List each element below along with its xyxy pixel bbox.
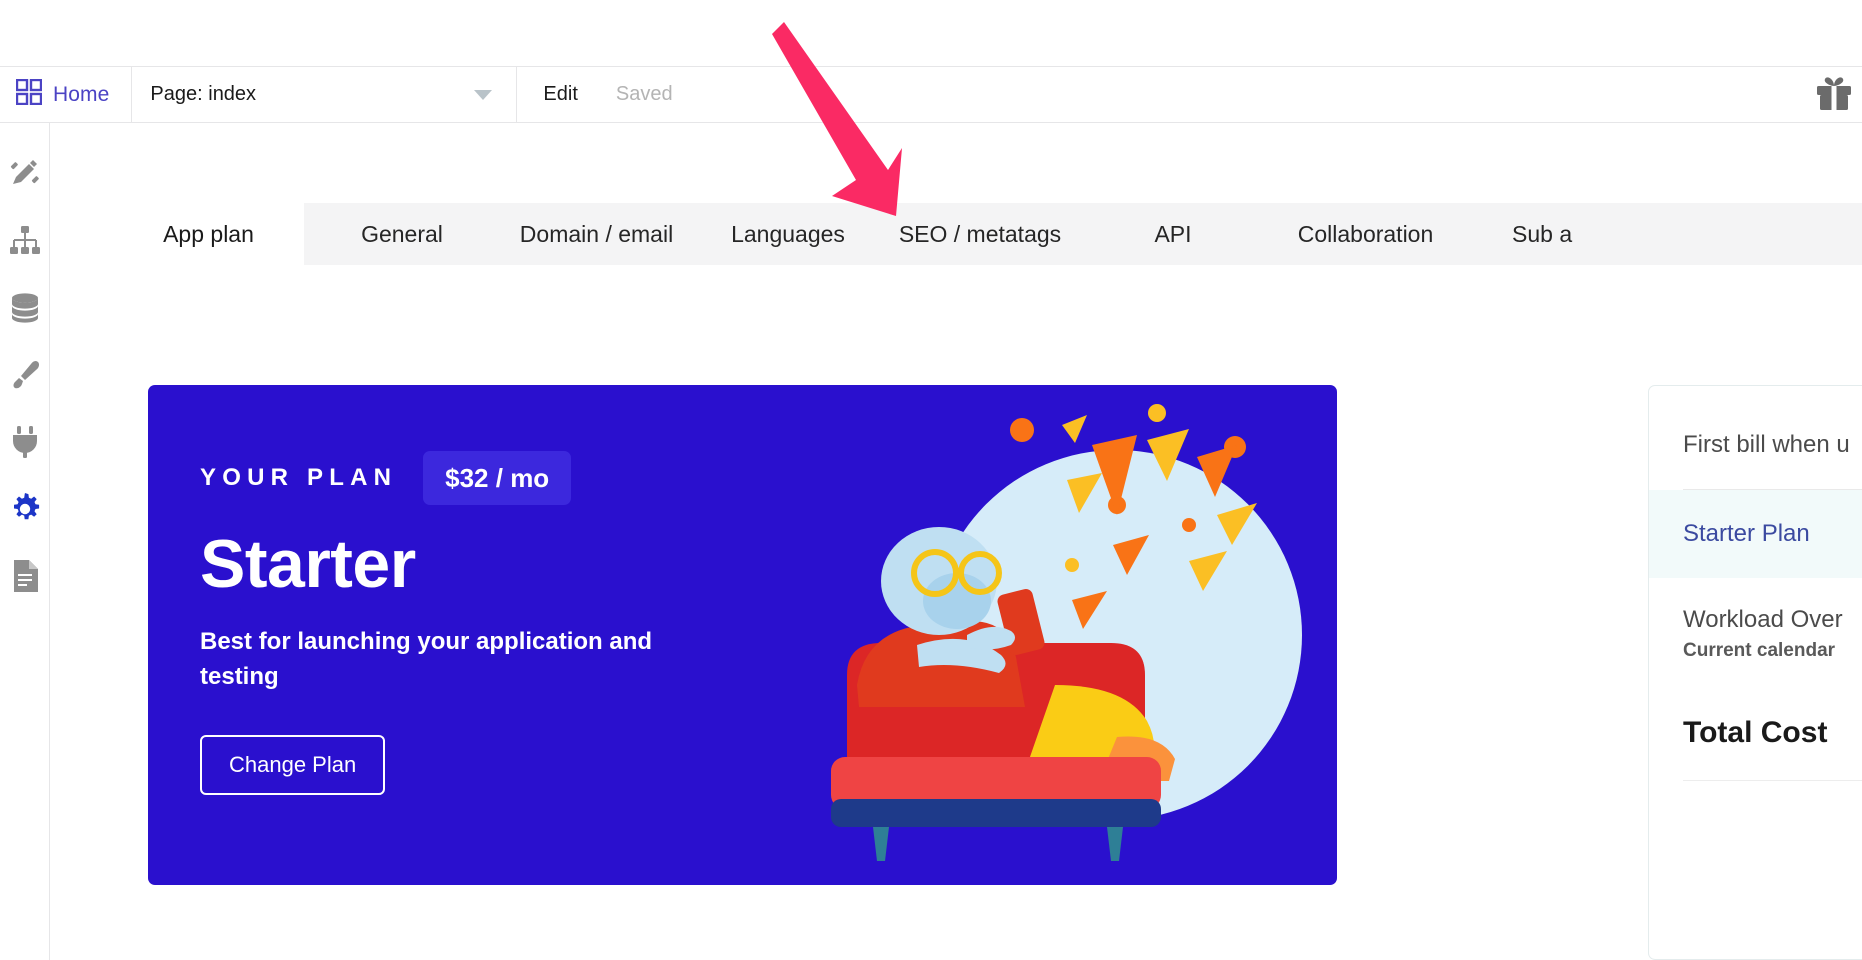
edit-button[interactable]: Edit <box>543 83 577 106</box>
page-selector[interactable]: Page: index <box>132 67 518 122</box>
total-cost-divider <box>1683 780 1862 781</box>
rail-item-settings[interactable] <box>0 478 49 545</box>
settings-tabbar: App plan General Domain / email Language… <box>113 203 1862 265</box>
paintbrush-icon <box>10 360 40 395</box>
app-root: Home Page: index Edit Saved App plan Gen… <box>0 0 1862 960</box>
page-selector-label: Page: index <box>150 83 257 105</box>
tab-collaboration[interactable]: Collaboration <box>1269 203 1462 265</box>
gift-button[interactable] <box>1814 67 1862 122</box>
sitemap-icon <box>9 226 41 261</box>
rail-item-database[interactable] <box>0 277 49 344</box>
tab-app-plan[interactable]: App plan <box>113 203 304 265</box>
gear-icon <box>9 493 41 530</box>
rail-item-design-tools[interactable] <box>0 143 49 210</box>
plan-description: Best for launching your application and … <box>200 628 653 690</box>
plug-icon <box>12 426 38 463</box>
design-tools-icon <box>9 158 41 195</box>
plan-line-item-label: Starter Plan <box>1683 520 1810 547</box>
rail-item-paintbrush[interactable] <box>0 344 49 411</box>
document-icon <box>12 560 38 597</box>
window-top-strip <box>0 0 1862 66</box>
tab-seo-metatags[interactable]: SEO / metatags <box>883 203 1077 265</box>
plan-line-item[interactable]: Starter Plan <box>1649 490 1862 578</box>
chevron-down-icon <box>474 89 493 100</box>
workload-title: Workload Over <box>1683 606 1843 633</box>
tab-domain-email[interactable]: Domain / email <box>500 203 693 265</box>
total-cost-label: Total Cost <box>1683 716 1828 749</box>
tab-sub-accounts[interactable]: Sub a <box>1462 203 1573 265</box>
top-toolbar: Home Page: index Edit Saved <box>0 66 1862 123</box>
edit-status-group: Edit Saved <box>517 67 698 122</box>
saved-status: Saved <box>615 83 673 105</box>
current-plan-card: YOUR PLAN $32 / mo Starter Best for laun… <box>148 385 1337 885</box>
rail-item-plug[interactable] <box>0 411 49 478</box>
workload-subtitle: Current calendar <box>1683 640 1836 661</box>
tab-list: App plan General Domain / email Language… <box>113 203 1862 265</box>
gift-icon <box>1814 73 1854 116</box>
home-label: Home <box>53 82 110 106</box>
plan-price-badge: $32 / mo <box>423 451 572 505</box>
tab-general[interactable]: General <box>304 203 500 265</box>
tab-api[interactable]: API <box>1077 203 1269 265</box>
home-button[interactable]: Home <box>0 67 133 122</box>
rail-item-sitemap[interactable] <box>0 210 49 277</box>
first-bill-label: First bill when u <box>1683 431 1850 458</box>
tab-languages[interactable]: Languages <box>693 203 883 265</box>
billing-summary-panel: First bill when u Starter Plan Workload … <box>1648 385 1862 960</box>
plan-title: Starter <box>200 526 416 602</box>
rail-item-document[interactable] <box>0 545 49 612</box>
plan-eyebrow-row: YOUR PLAN $32 / mo <box>200 451 572 505</box>
change-plan-button[interactable]: Change Plan <box>200 735 386 795</box>
left-icon-rail <box>0 123 50 960</box>
your-plan-label: YOUR PLAN <box>200 464 398 491</box>
monkey-on-sofa-with-phone-illustration <box>817 385 1337 885</box>
workload-line-item: Workload Over Current calendar <box>1649 578 1862 662</box>
grid-icon <box>15 78 43 110</box>
database-icon <box>10 293 40 328</box>
